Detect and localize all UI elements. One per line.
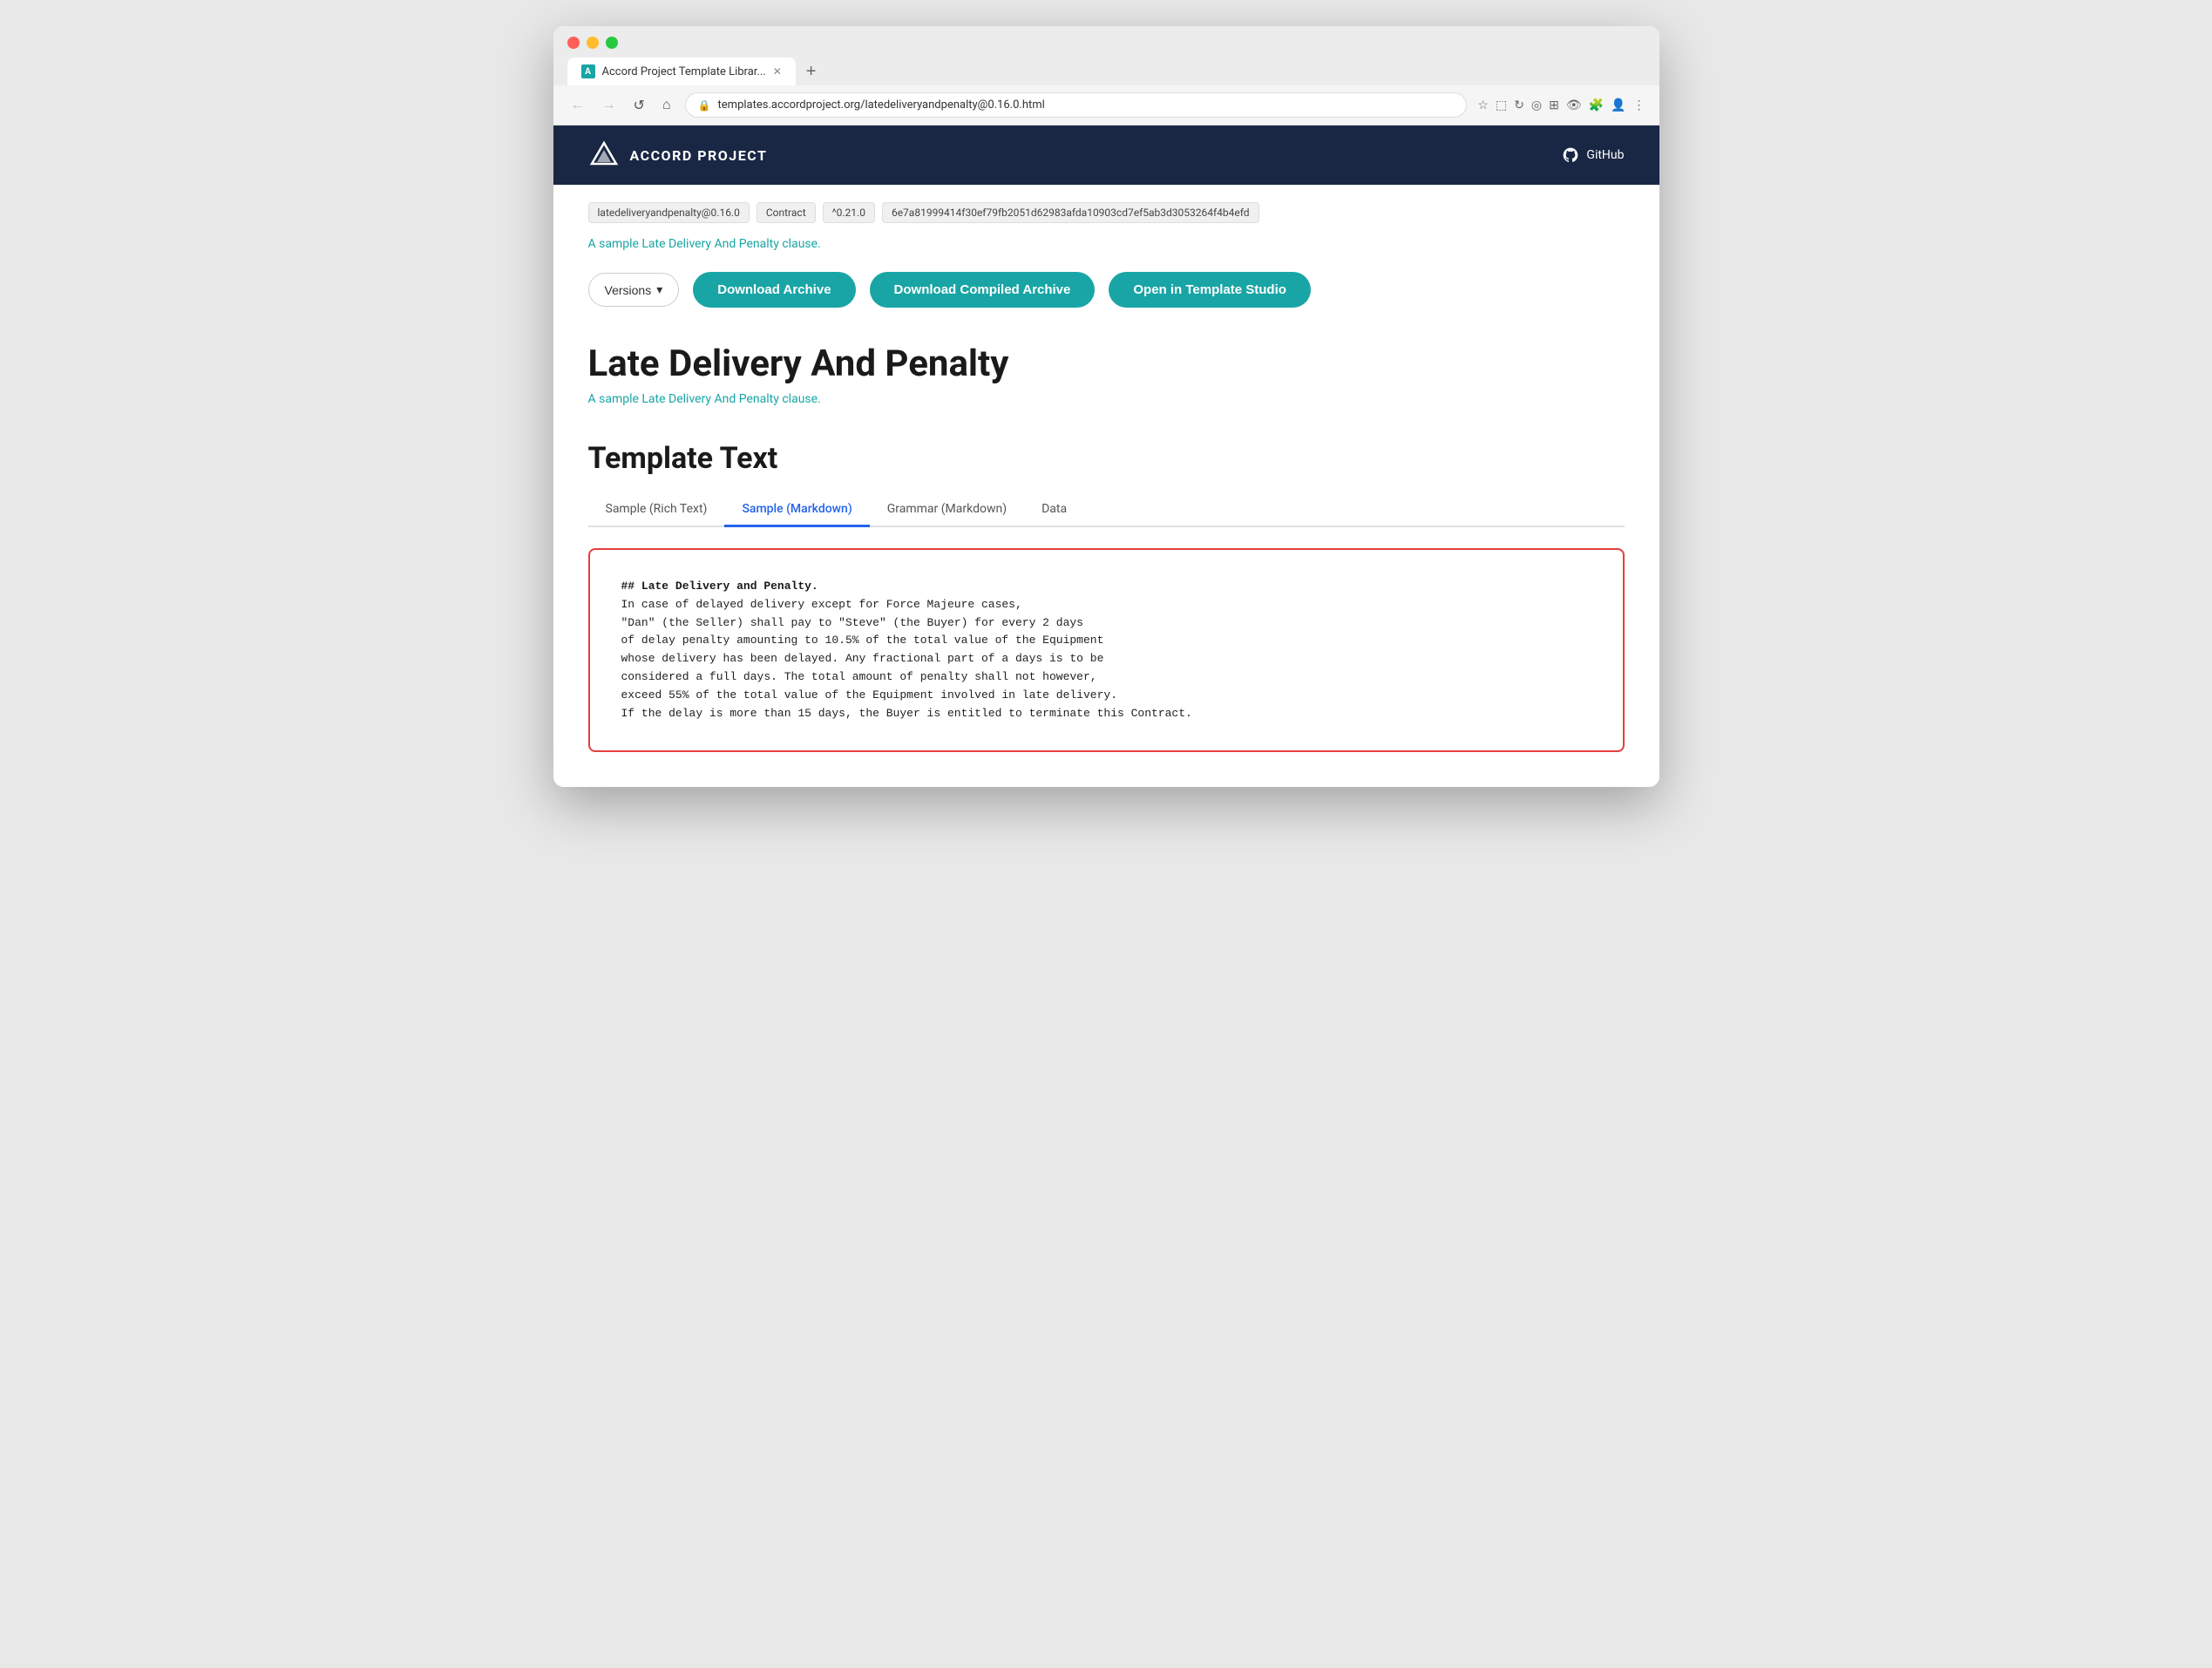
url-text: templates.accordproject.org/latedelivery… — [718, 98, 1455, 112]
menu-icon[interactable]: ⋮ — [1633, 98, 1645, 112]
code-box: ## Late Delivery and Penalty. In case of… — [588, 548, 1625, 752]
star-icon[interactable]: ☆ — [1477, 98, 1489, 112]
reload-button[interactable]: ↺ — [630, 93, 648, 118]
github-link[interactable]: GitHub — [1562, 146, 1624, 164]
page-content: ACCORD PROJECT GitHub latedeliveryandpen… — [553, 125, 1659, 787]
refresh-icon[interactable]: ↻ — [1514, 98, 1524, 112]
browser-window: A Accord Project Template Librar... ✕ + … — [553, 26, 1659, 787]
tab-grammar-markdown[interactable]: Grammar (Markdown) — [870, 493, 1024, 527]
github-label: GitHub — [1586, 148, 1624, 162]
capture-icon[interactable]: ⬚ — [1496, 98, 1507, 112]
page-subtitle: A sample Late Delivery And Penalty claus… — [588, 392, 1625, 406]
section-title: Template Text — [588, 441, 1625, 476]
puzzle-icon[interactable]: 🧩 — [1589, 98, 1604, 112]
site-logo: ACCORD PROJECT — [588, 139, 768, 171]
logo-text: ACCORD PROJECT — [630, 147, 768, 164]
open-template-studio-button[interactable]: Open in Template Studio — [1109, 272, 1311, 308]
main-content: latedeliveryandpenalty@0.16.0 Contract ^… — [553, 185, 1659, 787]
traffic-lights — [567, 37, 1645, 49]
github-icon — [1562, 146, 1579, 164]
code-content: ## Late Delivery and Penalty. In case of… — [621, 578, 1591, 722]
site-header: ACCORD PROJECT GitHub — [553, 125, 1659, 185]
versions-button[interactable]: Versions ▾ — [588, 273, 680, 307]
action-row: Versions ▾ Download Archive Download Com… — [588, 272, 1625, 308]
minimize-button[interactable] — [587, 37, 599, 49]
browser-toolbar-icons: ☆ ⬚ ↻ ◎ ⊞ 👁 🧩 👤 ⋮ — [1477, 98, 1645, 112]
meta-tags: latedeliveryandpenalty@0.16.0 Contract ^… — [588, 202, 1625, 223]
address-input[interactable]: 🔒 templates.accordproject.org/latedelive… — [685, 92, 1468, 118]
meta-tag-type: Contract — [757, 202, 816, 223]
versions-label: Versions — [605, 283, 652, 297]
back-button[interactable]: ← — [567, 94, 588, 117]
account-icon[interactable]: 👤 — [1611, 98, 1625, 112]
close-button[interactable] — [567, 37, 580, 49]
tab-favicon: A — [581, 64, 595, 78]
tab-title: Accord Project Template Librar... — [602, 65, 766, 78]
tabs: Sample (Rich Text) Sample (Markdown) Gra… — [588, 493, 1625, 527]
meta-tag-version: ^0.21.0 — [823, 202, 875, 223]
code-body: In case of delayed delivery except for F… — [621, 598, 1192, 720]
lock-icon: 🔒 — [698, 99, 711, 112]
tab-sample-rich-text[interactable]: Sample (Rich Text) — [588, 493, 725, 527]
meta-tag-name: latedeliveryandpenalty@0.16.0 — [588, 202, 750, 223]
download-archive-button[interactable]: Download Archive — [693, 272, 855, 308]
download-compiled-archive-button[interactable]: Download Compiled Archive — [870, 272, 1096, 308]
circle-icon[interactable]: ◎ — [1531, 98, 1542, 112]
browser-tab[interactable]: A Accord Project Template Librar... ✕ — [567, 58, 796, 85]
eye-icon[interactable]: 👁 — [1566, 98, 1582, 112]
tab-bar: A Accord Project Template Librar... ✕ + — [567, 58, 1645, 85]
address-bar-row: ← → ↺ ⌂ 🔒 templates.accordproject.org/la… — [553, 85, 1659, 125]
accord-logo-icon — [588, 139, 620, 171]
tab-data[interactable]: Data — [1024, 493, 1084, 527]
top-subtitle: A sample Late Delivery And Penalty claus… — [588, 237, 1625, 251]
forward-button[interactable]: → — [599, 94, 620, 117]
maximize-button[interactable] — [606, 37, 618, 49]
meta-tag-hash: 6e7a81999414f30ef79fb2051d62983afda10903… — [882, 202, 1259, 223]
tab-sample-markdown[interactable]: Sample (Markdown) — [724, 493, 869, 527]
tab-close-icon[interactable]: ✕ — [773, 65, 782, 78]
home-button[interactable]: ⌂ — [659, 94, 675, 117]
title-bar: A Accord Project Template Librar... ✕ + — [553, 26, 1659, 85]
grid-icon[interactable]: ⊞ — [1549, 98, 1559, 112]
chevron-down-icon: ▾ — [656, 282, 662, 297]
new-tab-button[interactable]: + — [799, 58, 824, 85]
page-title: Late Delivery And Penalty — [588, 342, 1625, 385]
code-heading: ## Late Delivery and Penalty. — [621, 580, 818, 593]
